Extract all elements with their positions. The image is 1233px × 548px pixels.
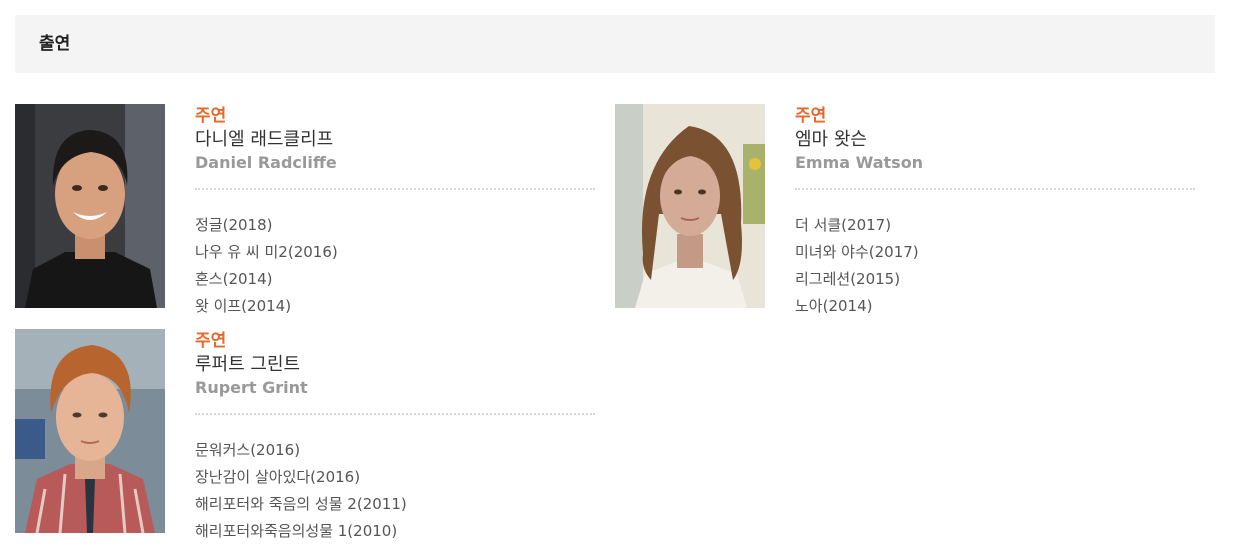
actor-name-korean[interactable]: 다니엘 래드클리프 xyxy=(195,128,597,152)
film-item[interactable]: 혼스(2014) xyxy=(195,266,597,293)
film-item[interactable]: 미녀와 야수(2017) xyxy=(795,239,1197,266)
film-item[interactable]: 문워커스(2016) xyxy=(195,437,597,464)
actor-name-english[interactable]: Daniel Radcliffe xyxy=(195,152,597,174)
film-item[interactable]: 정글(2018) xyxy=(195,212,597,239)
role-label: 주연 xyxy=(795,106,827,126)
cast-card: 주연 엠마 왓슨 Emma Watson 더 서클(2017) 미녀와 야수(2… xyxy=(615,104,1197,315)
divider xyxy=(195,188,595,190)
film-item[interactable]: 장난감이 살아있다(2016) xyxy=(195,464,597,491)
filmography-list: 문워커스(2016) 장난감이 살아있다(2016) 해리포터와 죽음의 성물 … xyxy=(195,437,597,545)
divider xyxy=(795,188,1195,190)
actor-photo[interactable] xyxy=(15,329,165,533)
section-title: 출연 xyxy=(39,34,71,54)
film-item[interactable]: 더 서클(2017) xyxy=(795,212,1197,239)
role-label: 주연 xyxy=(195,331,227,351)
film-item[interactable]: 리그레션(2015) xyxy=(795,266,1197,293)
cast-info: 주연 엠마 왓슨 Emma Watson 더 서클(2017) 미녀와 야수(2… xyxy=(795,104,1197,320)
film-item[interactable]: 해리포터와 죽음의 성물 2(2011) xyxy=(195,491,597,518)
film-item[interactable]: 노아(2014) xyxy=(795,293,1197,320)
actor-name-english[interactable]: Emma Watson xyxy=(795,152,1197,174)
actor-name-english[interactable]: Rupert Grint xyxy=(195,377,597,399)
actor-photo[interactable] xyxy=(615,104,765,308)
cast-card: 주연 루퍼트 그린트 Rupert Grint 문워커스(2016) 장난감이 … xyxy=(15,329,597,540)
actor-photo[interactable] xyxy=(15,104,165,308)
role-label: 주연 xyxy=(195,106,227,126)
section-header: 출연 xyxy=(15,15,1215,73)
actor-name-korean[interactable]: 엠마 왓슨 xyxy=(795,128,1197,152)
cast-info: 주연 루퍼트 그린트 Rupert Grint 문워커스(2016) 장난감이 … xyxy=(195,329,597,545)
cast-info: 주연 다니엘 래드클리프 Daniel Radcliffe 정글(2018) 나… xyxy=(195,104,597,320)
cast-card: 주연 다니엘 래드클리프 Daniel Radcliffe 정글(2018) 나… xyxy=(15,104,597,315)
actor-name-korean[interactable]: 루퍼트 그린트 xyxy=(195,353,597,377)
filmography-list: 더 서클(2017) 미녀와 야수(2017) 리그레션(2015) 노아(20… xyxy=(795,212,1197,320)
film-item[interactable]: 나우 유 씨 미2(2016) xyxy=(195,239,597,266)
filmography-list: 정글(2018) 나우 유 씨 미2(2016) 혼스(2014) 왓 이프(2… xyxy=(195,212,597,320)
film-item[interactable]: 왓 이프(2014) xyxy=(195,293,597,320)
film-item[interactable]: 해리포터와죽음의성물 1(2010) xyxy=(195,518,597,545)
divider xyxy=(195,413,595,415)
